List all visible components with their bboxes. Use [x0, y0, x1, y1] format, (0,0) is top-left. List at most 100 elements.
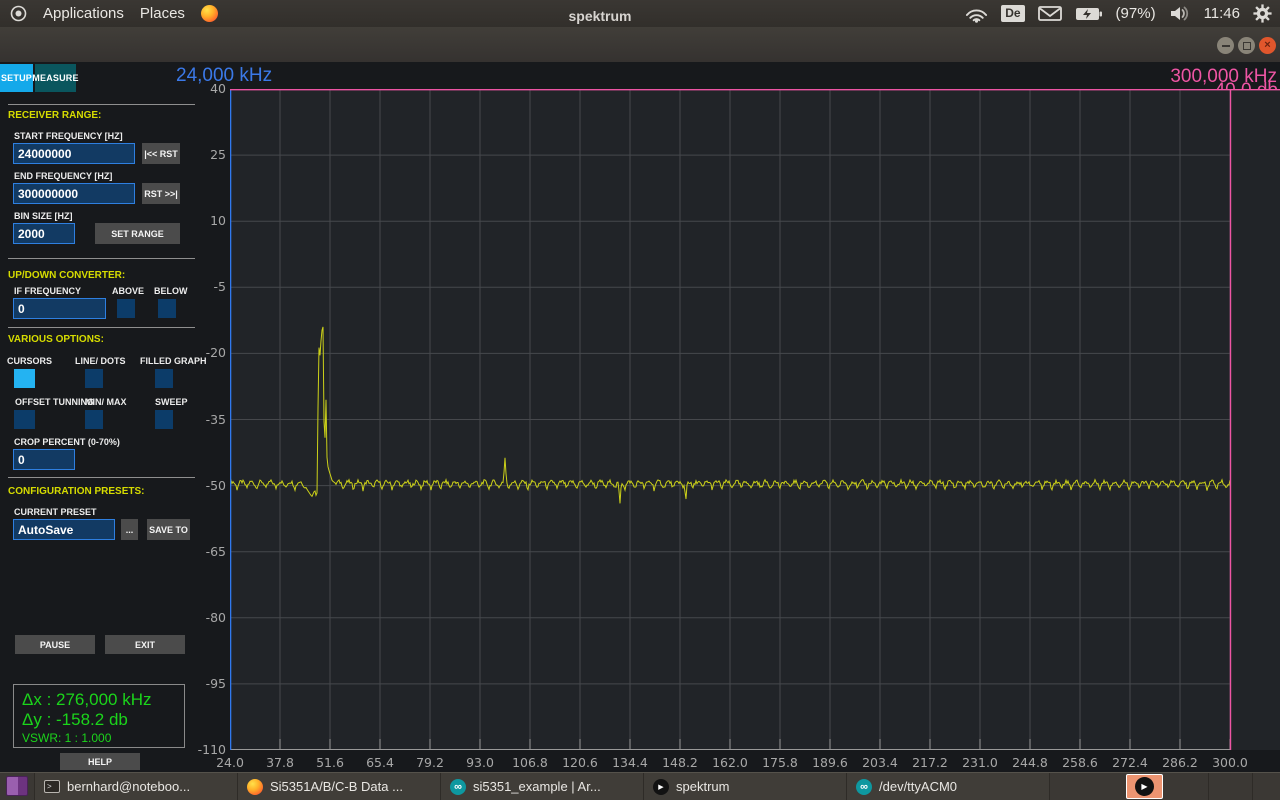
exit-button[interactable]: EXIT: [105, 635, 185, 654]
window-title-bar[interactable]: [0, 27, 1280, 63]
cursors-checkbox[interactable]: [14, 369, 35, 388]
cursor-readout-box: Δx : 276,000 kHz Δy : -158.2 db VSWR: 1 …: [13, 684, 185, 748]
x-tick-label: 148.2: [654, 755, 706, 770]
x-tick-label: 106.8: [504, 755, 556, 770]
divider: [8, 327, 195, 328]
sweep-checkbox[interactable]: [155, 410, 173, 429]
y-tick-label: -5: [180, 279, 226, 294]
taskbar-item-label: Si5351A/B/C-B Data ...: [270, 779, 403, 794]
x-tick-label: 231.0: [954, 755, 1006, 770]
x-tick-label: 51.6: [304, 755, 356, 770]
y-tick-label: 40: [180, 81, 226, 96]
filled-graph-checkbox[interactable]: [155, 369, 173, 388]
converter-header: UP/DOWN CONVERTER:: [8, 270, 125, 281]
firefox-icon: [247, 779, 263, 795]
taskbar-item[interactable]: > bernhard@noteboo...: [34, 773, 237, 800]
arduino-icon: ∞: [856, 779, 872, 795]
y-tick-label: 10: [180, 213, 226, 228]
reset-start-button[interactable]: |<< RST: [142, 143, 180, 164]
y-tick-label: -80: [180, 610, 226, 625]
terminal-icon: >: [44, 780, 60, 793]
below-checkbox[interactable]: [158, 299, 176, 318]
divider: [8, 477, 195, 478]
taskbar-item[interactable]: ∞ /dev/ttyACM0: [846, 773, 1049, 800]
spectrum-plot[interactable]: [230, 89, 1280, 750]
y-tick-label: 25: [180, 147, 226, 162]
x-tick-label: 134.4: [604, 755, 656, 770]
end-frequency-input[interactable]: 300000000: [13, 183, 135, 204]
bin-size-label: BIN SIZE [HZ]: [14, 211, 73, 221]
delta-x-readout: Δx : 276,000 kHz: [22, 690, 184, 710]
line-dots-label: LINE/ DOTS: [75, 356, 126, 366]
x-tick-label: 272.4: [1104, 755, 1156, 770]
set-range-button[interactable]: SET RANGE: [95, 223, 180, 244]
line-dots-checkbox[interactable]: [85, 369, 103, 388]
crop-percent-label: CROP PERCENT (0-70%): [14, 437, 120, 447]
sweep-label: SWEEP: [155, 397, 188, 407]
offset-tunning-checkbox[interactable]: [14, 410, 35, 429]
x-tick-label: 175.8: [754, 755, 806, 770]
minimize-button[interactable]: [1217, 37, 1234, 54]
offset-tunning-label: OFFSET TUNNING: [15, 397, 94, 407]
tray-active-app-highlight[interactable]: ▶: [1126, 774, 1163, 799]
options-header: VARIOUS OPTIONS:: [8, 334, 104, 345]
desktop: Applications Places De (97%): [0, 0, 1280, 800]
close-button[interactable]: ×: [1259, 37, 1276, 54]
window-title: spektrum: [0, 8, 1200, 24]
start-frequency-input[interactable]: 24000000: [13, 143, 135, 164]
workspace-switcher-icon[interactable]: [6, 776, 28, 796]
divider: [8, 104, 195, 105]
taskbar-item-label: bernhard@noteboo...: [67, 779, 190, 794]
taskbar-item[interactable]: ▶ spektrum: [643, 773, 846, 800]
arduino-icon: ∞: [450, 779, 466, 795]
reset-end-button[interactable]: RST >>|: [142, 183, 180, 204]
x-tick-label: 300.0: [1204, 755, 1256, 770]
x-tick-label: 93.0: [454, 755, 506, 770]
x-tick-label: 203.4: [854, 755, 906, 770]
y-tick-label: -50: [180, 478, 226, 493]
min-max-checkbox[interactable]: [85, 410, 103, 429]
taskbar-item-label: spektrum: [676, 779, 729, 794]
x-tick-label: 37.8: [254, 755, 306, 770]
y-tick-label: -65: [180, 544, 226, 559]
above-checkbox[interactable]: [117, 299, 135, 318]
vswr-readout: VSWR: 1 : 1.000: [22, 730, 184, 746]
cursors-label: CURSORS: [7, 356, 52, 366]
if-frequency-input[interactable]: 0: [13, 298, 106, 319]
pause-button[interactable]: PAUSE: [15, 635, 95, 654]
x-tick-label: 120.6: [554, 755, 606, 770]
taskbar-item[interactable]: ∞ si5351_example | Ar...: [440, 773, 643, 800]
taskbar-item-label: /dev/ttyACM0: [879, 779, 957, 794]
browse-presets-button[interactable]: ...: [121, 519, 138, 540]
x-tick-label: 189.6: [804, 755, 856, 770]
x-tick-label: 162.0: [704, 755, 756, 770]
y-tick-label: -20: [180, 345, 226, 360]
x-tick-label: 217.2: [904, 755, 956, 770]
x-tick-label: 244.8: [1004, 755, 1056, 770]
gear-icon[interactable]: [1253, 4, 1272, 23]
maximize-button[interactable]: [1238, 37, 1255, 54]
help-button[interactable]: HELP: [60, 753, 140, 770]
clock[interactable]: 11:46: [1204, 5, 1240, 22]
save-to-button[interactable]: SAVE TO: [147, 519, 190, 540]
divider: [1208, 773, 1209, 800]
x-tick-label: 258.6: [1054, 755, 1106, 770]
taskbar-item[interactable]: Si5351A/B/C-B Data ...: [237, 773, 440, 800]
crop-percent-input[interactable]: 0: [13, 449, 75, 470]
above-label: ABOVE: [112, 286, 144, 296]
bottom-taskbar: > bernhard@noteboo... Si5351A/B/C-B Data .…: [0, 772, 1280, 800]
receiver-range-header: RECEIVER RANGE:: [8, 110, 101, 121]
taskbar-item-label: si5351_example | Ar...: [473, 779, 601, 794]
presets-header: CONFIGURATION PRESETS:: [8, 486, 144, 497]
tab-setup[interactable]: SETUP: [0, 64, 33, 92]
divider: [8, 258, 195, 259]
x-tick-label: 65.4: [354, 755, 406, 770]
bin-size-input[interactable]: 2000: [13, 223, 75, 244]
if-frequency-label: IF FREQUENCY: [14, 286, 81, 296]
spektrum-icon: ▶: [1135, 777, 1154, 796]
delta-y-readout: Δy : -158.2 db: [22, 710, 184, 730]
current-preset-input[interactable]: AutoSave: [13, 519, 115, 540]
spektrum-icon: ▶: [653, 779, 669, 795]
tab-measure[interactable]: MEASURE: [35, 64, 76, 92]
end-frequency-label: END FREQUENCY [HZ]: [14, 171, 112, 181]
